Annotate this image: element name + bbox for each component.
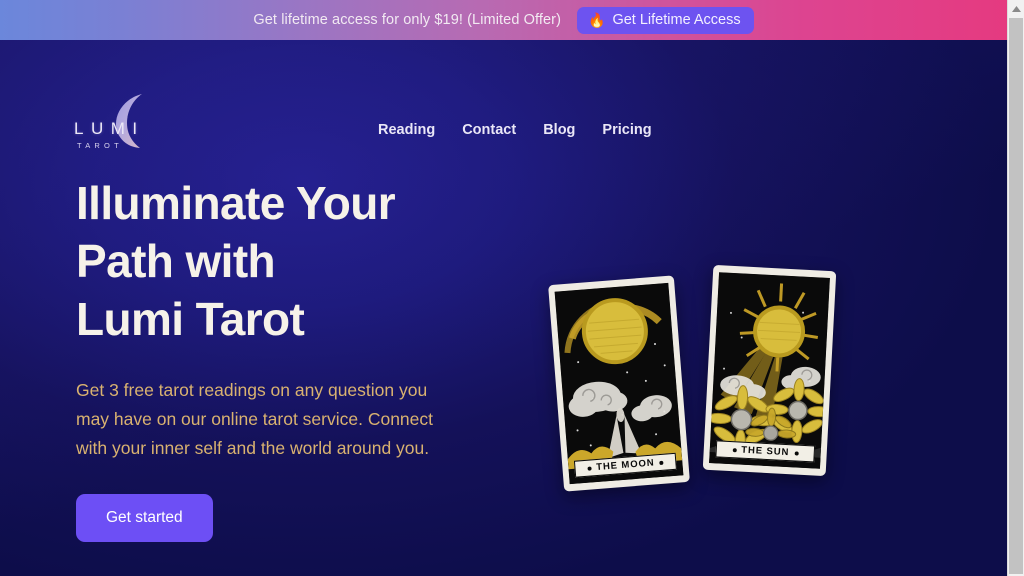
the-moon-card-title: THE MOON: [595, 457, 655, 474]
nav-item-pricing[interactable]: Pricing: [602, 122, 651, 138]
site-header: LUMI TAROT Reading Contact Blog Pricing: [0, 40, 1007, 149]
browser-viewport: Get lifetime access for only $19! (Limit…: [0, 0, 1024, 576]
page-title: Illuminate Your Path with Lumi Tarot: [76, 175, 496, 349]
get-lifetime-access-button[interactable]: 🔥 Get Lifetime Access: [577, 6, 754, 34]
the-moon-card: THE MOON: [548, 275, 690, 492]
tarot-cards-illustration: THE MOON THE SUN: [548, 264, 848, 498]
the-moon-card-art: THE MOON: [554, 282, 684, 485]
hero-title-line-2: Path with: [76, 234, 276, 287]
get-lifetime-access-label: Get Lifetime Access: [612, 11, 741, 28]
hero-copy: Illuminate Your Path with Lumi Tarot Get…: [76, 175, 496, 542]
the-sun-card-title: THE SUN: [741, 444, 790, 459]
the-sun-card: THE SUN: [702, 264, 837, 477]
page-content: Get lifetime access for only $19! (Limit…: [0, 0, 1007, 576]
the-sun-artwork: [709, 272, 830, 469]
hero-section: LUMI TAROT Reading Contact Blog Pricing …: [0, 40, 1007, 576]
hero-title-line-3: Lumi Tarot: [76, 292, 305, 345]
diamond-marker-icon: [794, 450, 799, 456]
diamond-marker-icon: [659, 460, 664, 465]
promo-banner-text: Get lifetime access for only $19! (Limit…: [253, 12, 562, 28]
the-sun-card-art: THE SUN: [709, 272, 830, 469]
promo-banner: Get lifetime access for only $19! (Limit…: [0, 0, 1007, 40]
logo-wordmark: LUMI: [74, 119, 145, 138]
get-started-button[interactable]: Get started: [76, 494, 213, 542]
main-nav: Reading Contact Blog Pricing: [378, 122, 652, 138]
diamond-marker-icon: [732, 447, 737, 452]
nav-item-contact[interactable]: Contact: [462, 122, 516, 138]
hero-title-line-1: Illuminate Your: [76, 177, 396, 229]
brand-logo[interactable]: LUMI TAROT: [74, 92, 170, 154]
logo-subtext: TAROT: [77, 141, 123, 150]
flame-icon: 🔥: [588, 11, 606, 28]
scrollbar-thumb[interactable]: [1009, 18, 1023, 574]
hero-subtitle: Get 3 free tarot readings on any questio…: [76, 379, 433, 458]
nav-item-blog[interactable]: Blog: [543, 122, 575, 138]
chevron-up-icon[interactable]: [1008, 0, 1024, 17]
vertical-scrollbar[interactable]: [1007, 0, 1024, 576]
nav-item-reading[interactable]: Reading: [378, 122, 435, 138]
diamond-marker-icon: [587, 465, 592, 471]
